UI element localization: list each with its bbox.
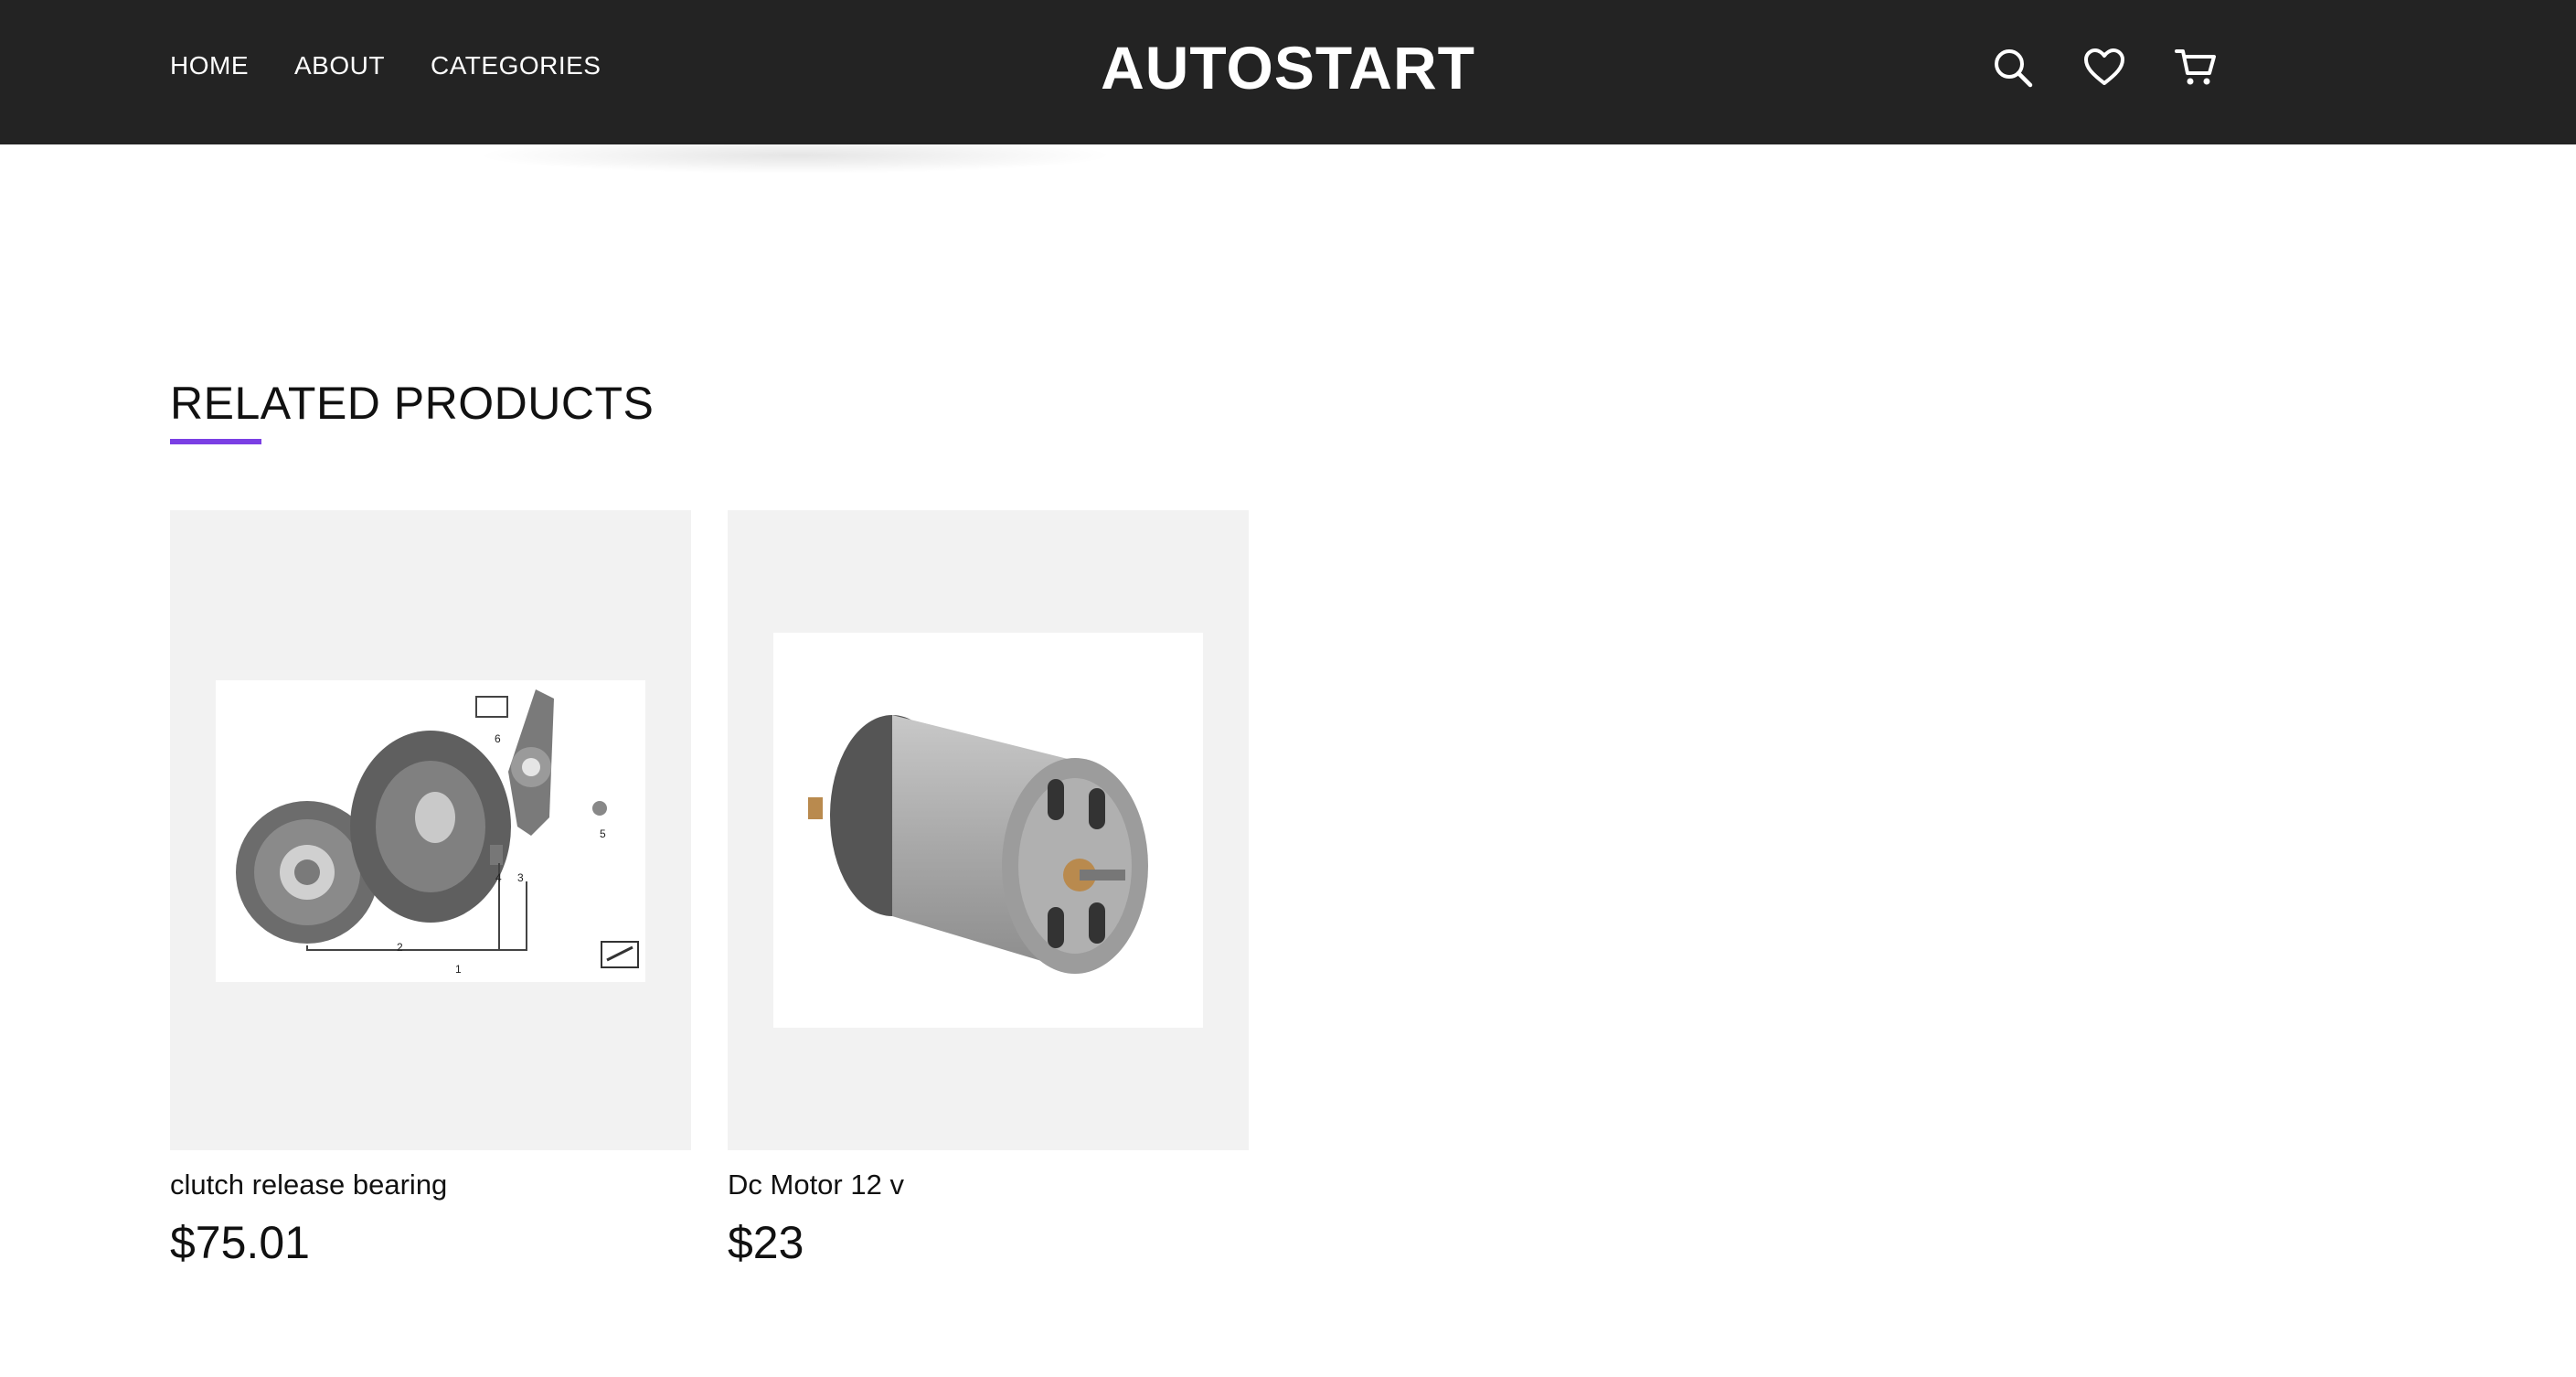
product-price: $75.01: [170, 1217, 310, 1268]
dc-motor-photo: [808, 715, 1148, 974]
product-name[interactable]: clutch release bearing: [170, 1169, 447, 1201]
clutch-assembly-diagram: 2 1 3 4 5 6: [236, 689, 639, 976]
product-image-frame[interactable]: 2 1 3 4 5 6: [170, 510, 691, 1150]
svg-text:4: 4: [495, 871, 502, 884]
heart-icon[interactable]: [2081, 42, 2128, 93]
product-name[interactable]: Dc Motor 12 v: [728, 1169, 904, 1201]
product-card[interactable]: Dc Motor 12 v $23: [728, 510, 1249, 1268]
svg-text:3: 3: [517, 871, 524, 884]
related-products-title: RELATED PRODUCTS: [170, 378, 655, 429]
svg-text:5: 5: [600, 827, 606, 840]
top-navbar: HOME ABOUT CATEGORIES AUTOSTART: [0, 0, 2576, 144]
product-card[interactable]: 2 1 3 4 5 6 clutch release bearing $75.0…: [170, 510, 691, 1268]
header-shadow: [475, 137, 1115, 174]
product-image-clutch[interactable]: 2 1 3 4 5 6: [216, 680, 645, 982]
product-image-frame[interactable]: [728, 510, 1249, 1150]
svg-text:1: 1: [455, 963, 462, 976]
header-actions: [1989, 42, 2219, 93]
product-price: $23: [728, 1217, 804, 1268]
svg-text:6: 6: [495, 732, 501, 745]
title-underline: [170, 439, 261, 444]
search-icon[interactable]: [1989, 42, 2037, 93]
product-image-dc-motor[interactable]: [773, 633, 1203, 1028]
svg-text:2: 2: [397, 941, 403, 954]
cart-icon[interactable]: [2172, 42, 2219, 93]
